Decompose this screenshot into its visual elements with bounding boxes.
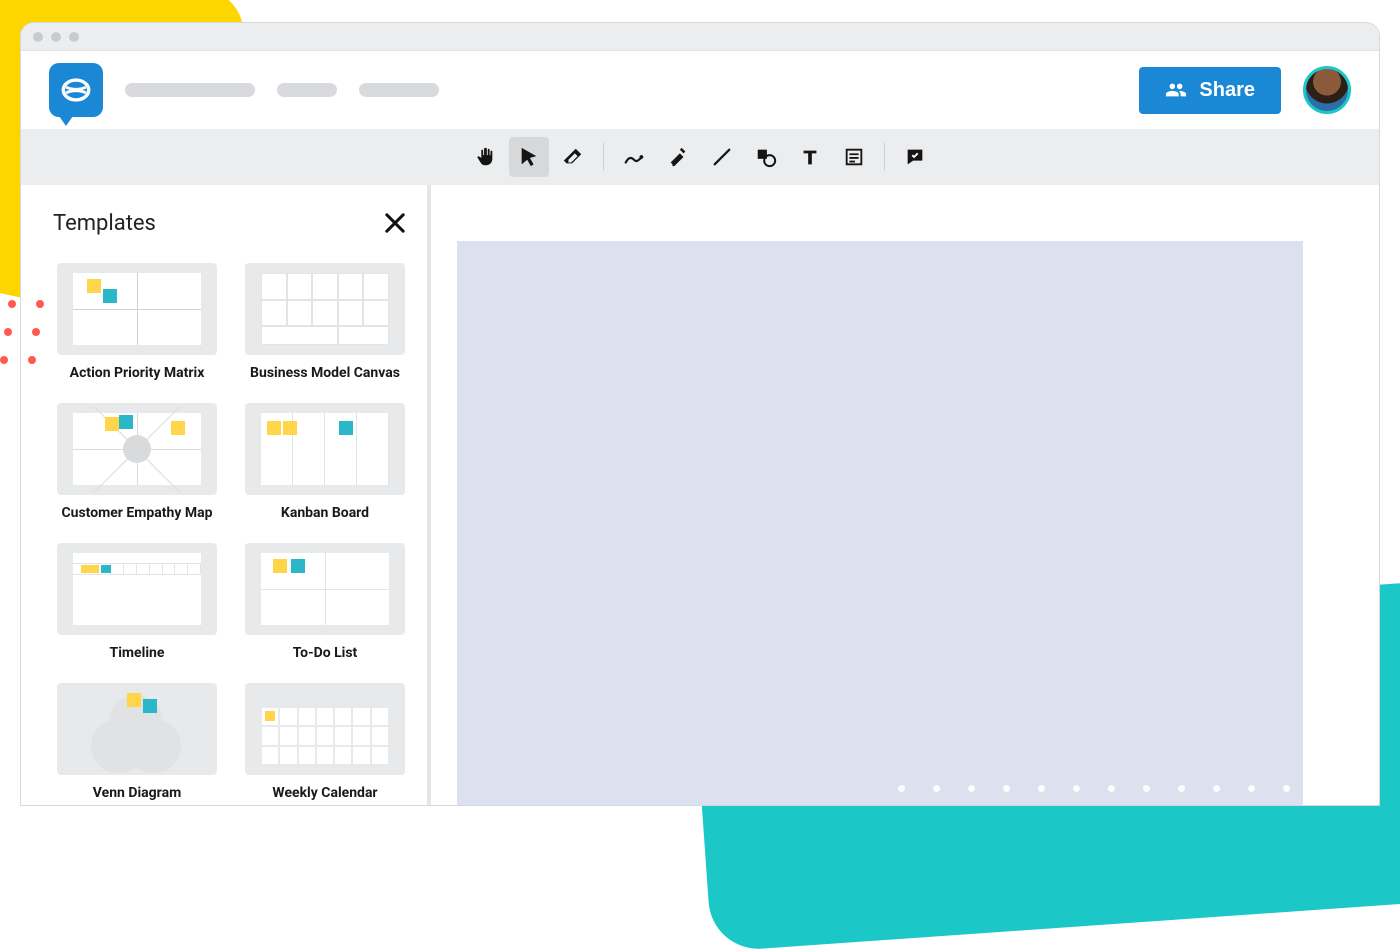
template-thumbnail: [245, 263, 405, 355]
close-icon: [381, 209, 409, 237]
text-icon: [799, 146, 821, 168]
window-dot: [69, 32, 79, 42]
template-venn-diagram[interactable]: Venn Diagram: [53, 683, 221, 801]
template-label: Action Priority Matrix: [70, 365, 205, 381]
template-thumbnail: [57, 263, 217, 355]
window-dot: [51, 32, 61, 42]
main-area: Templates Action Priority Matrix: [21, 185, 1379, 805]
hand-icon: [474, 146, 496, 168]
marker-icon: [667, 146, 689, 168]
template-timeline[interactable]: Timeline: [53, 543, 221, 661]
template-label: To-Do List: [293, 645, 358, 661]
tool-pen[interactable]: [614, 137, 654, 177]
people-icon: [1165, 79, 1187, 101]
templates-panel: Templates Action Priority Matrix: [21, 185, 431, 805]
template-thumbnail: [245, 683, 405, 775]
template-label: Kanban Board: [281, 505, 369, 521]
template-label: Business Model Canvas: [250, 365, 400, 381]
toolbar-separator: [884, 143, 885, 171]
share-button-label: Share: [1199, 79, 1255, 102]
canvas-area[interactable]: [431, 185, 1379, 805]
template-label: Customer Empathy Map: [61, 505, 212, 521]
close-panel-button[interactable]: [381, 209, 409, 237]
tool-hand[interactable]: [465, 137, 505, 177]
template-thumbnail: [245, 403, 405, 495]
line-icon: [711, 146, 733, 168]
note-icon: [843, 146, 865, 168]
tool-text[interactable]: [790, 137, 830, 177]
template-thumbnail: [57, 543, 217, 635]
window-dot: [33, 32, 43, 42]
pointer-icon: [518, 146, 540, 168]
breadcrumb-placeholder: [277, 83, 337, 97]
breadcrumb-placeholder: [359, 83, 439, 97]
share-button[interactable]: Share: [1139, 67, 1281, 114]
pen-icon: [623, 146, 645, 168]
template-thumbnail: [245, 543, 405, 635]
tool-line[interactable]: [702, 137, 742, 177]
template-kanban-board[interactable]: Kanban Board: [241, 403, 409, 521]
app-header: Share: [21, 51, 1379, 129]
template-thumbnail: [57, 683, 217, 775]
toolbar: [21, 129, 1379, 185]
template-label: Venn Diagram: [93, 785, 181, 801]
comment-icon: [904, 146, 926, 168]
breadcrumb-placeholder: [125, 83, 255, 97]
user-avatar[interactable]: [1303, 66, 1351, 114]
tool-eraser[interactable]: [553, 137, 593, 177]
template-todo-list[interactable]: To-Do List: [241, 543, 409, 661]
tool-comment[interactable]: [895, 137, 935, 177]
app-logo-icon[interactable]: [49, 63, 103, 117]
template-label: Weekly Calendar: [272, 785, 377, 801]
template-customer-empathy-map[interactable]: Customer Empathy Map: [53, 403, 221, 521]
template-weekly-calendar[interactable]: Weekly Calendar: [241, 683, 409, 801]
window-titlebar: [21, 23, 1379, 51]
template-thumbnail: [57, 403, 217, 495]
eraser-icon: [562, 146, 584, 168]
browser-window: Share Templates: [20, 22, 1380, 806]
templates-panel-title: Templates: [53, 211, 156, 236]
decor-teal-dots: [898, 785, 1360, 792]
toolbar-separator: [603, 143, 604, 171]
tool-marker[interactable]: [658, 137, 698, 177]
tool-note[interactable]: [834, 137, 874, 177]
shape-icon: [755, 146, 777, 168]
template-business-model-canvas[interactable]: Business Model Canvas: [241, 263, 409, 381]
template-label: Timeline: [110, 645, 165, 661]
whiteboard-canvas[interactable]: [457, 241, 1303, 805]
template-action-priority-matrix[interactable]: Action Priority Matrix: [53, 263, 221, 381]
tool-shape[interactable]: [746, 137, 786, 177]
tool-pointer[interactable]: [509, 137, 549, 177]
